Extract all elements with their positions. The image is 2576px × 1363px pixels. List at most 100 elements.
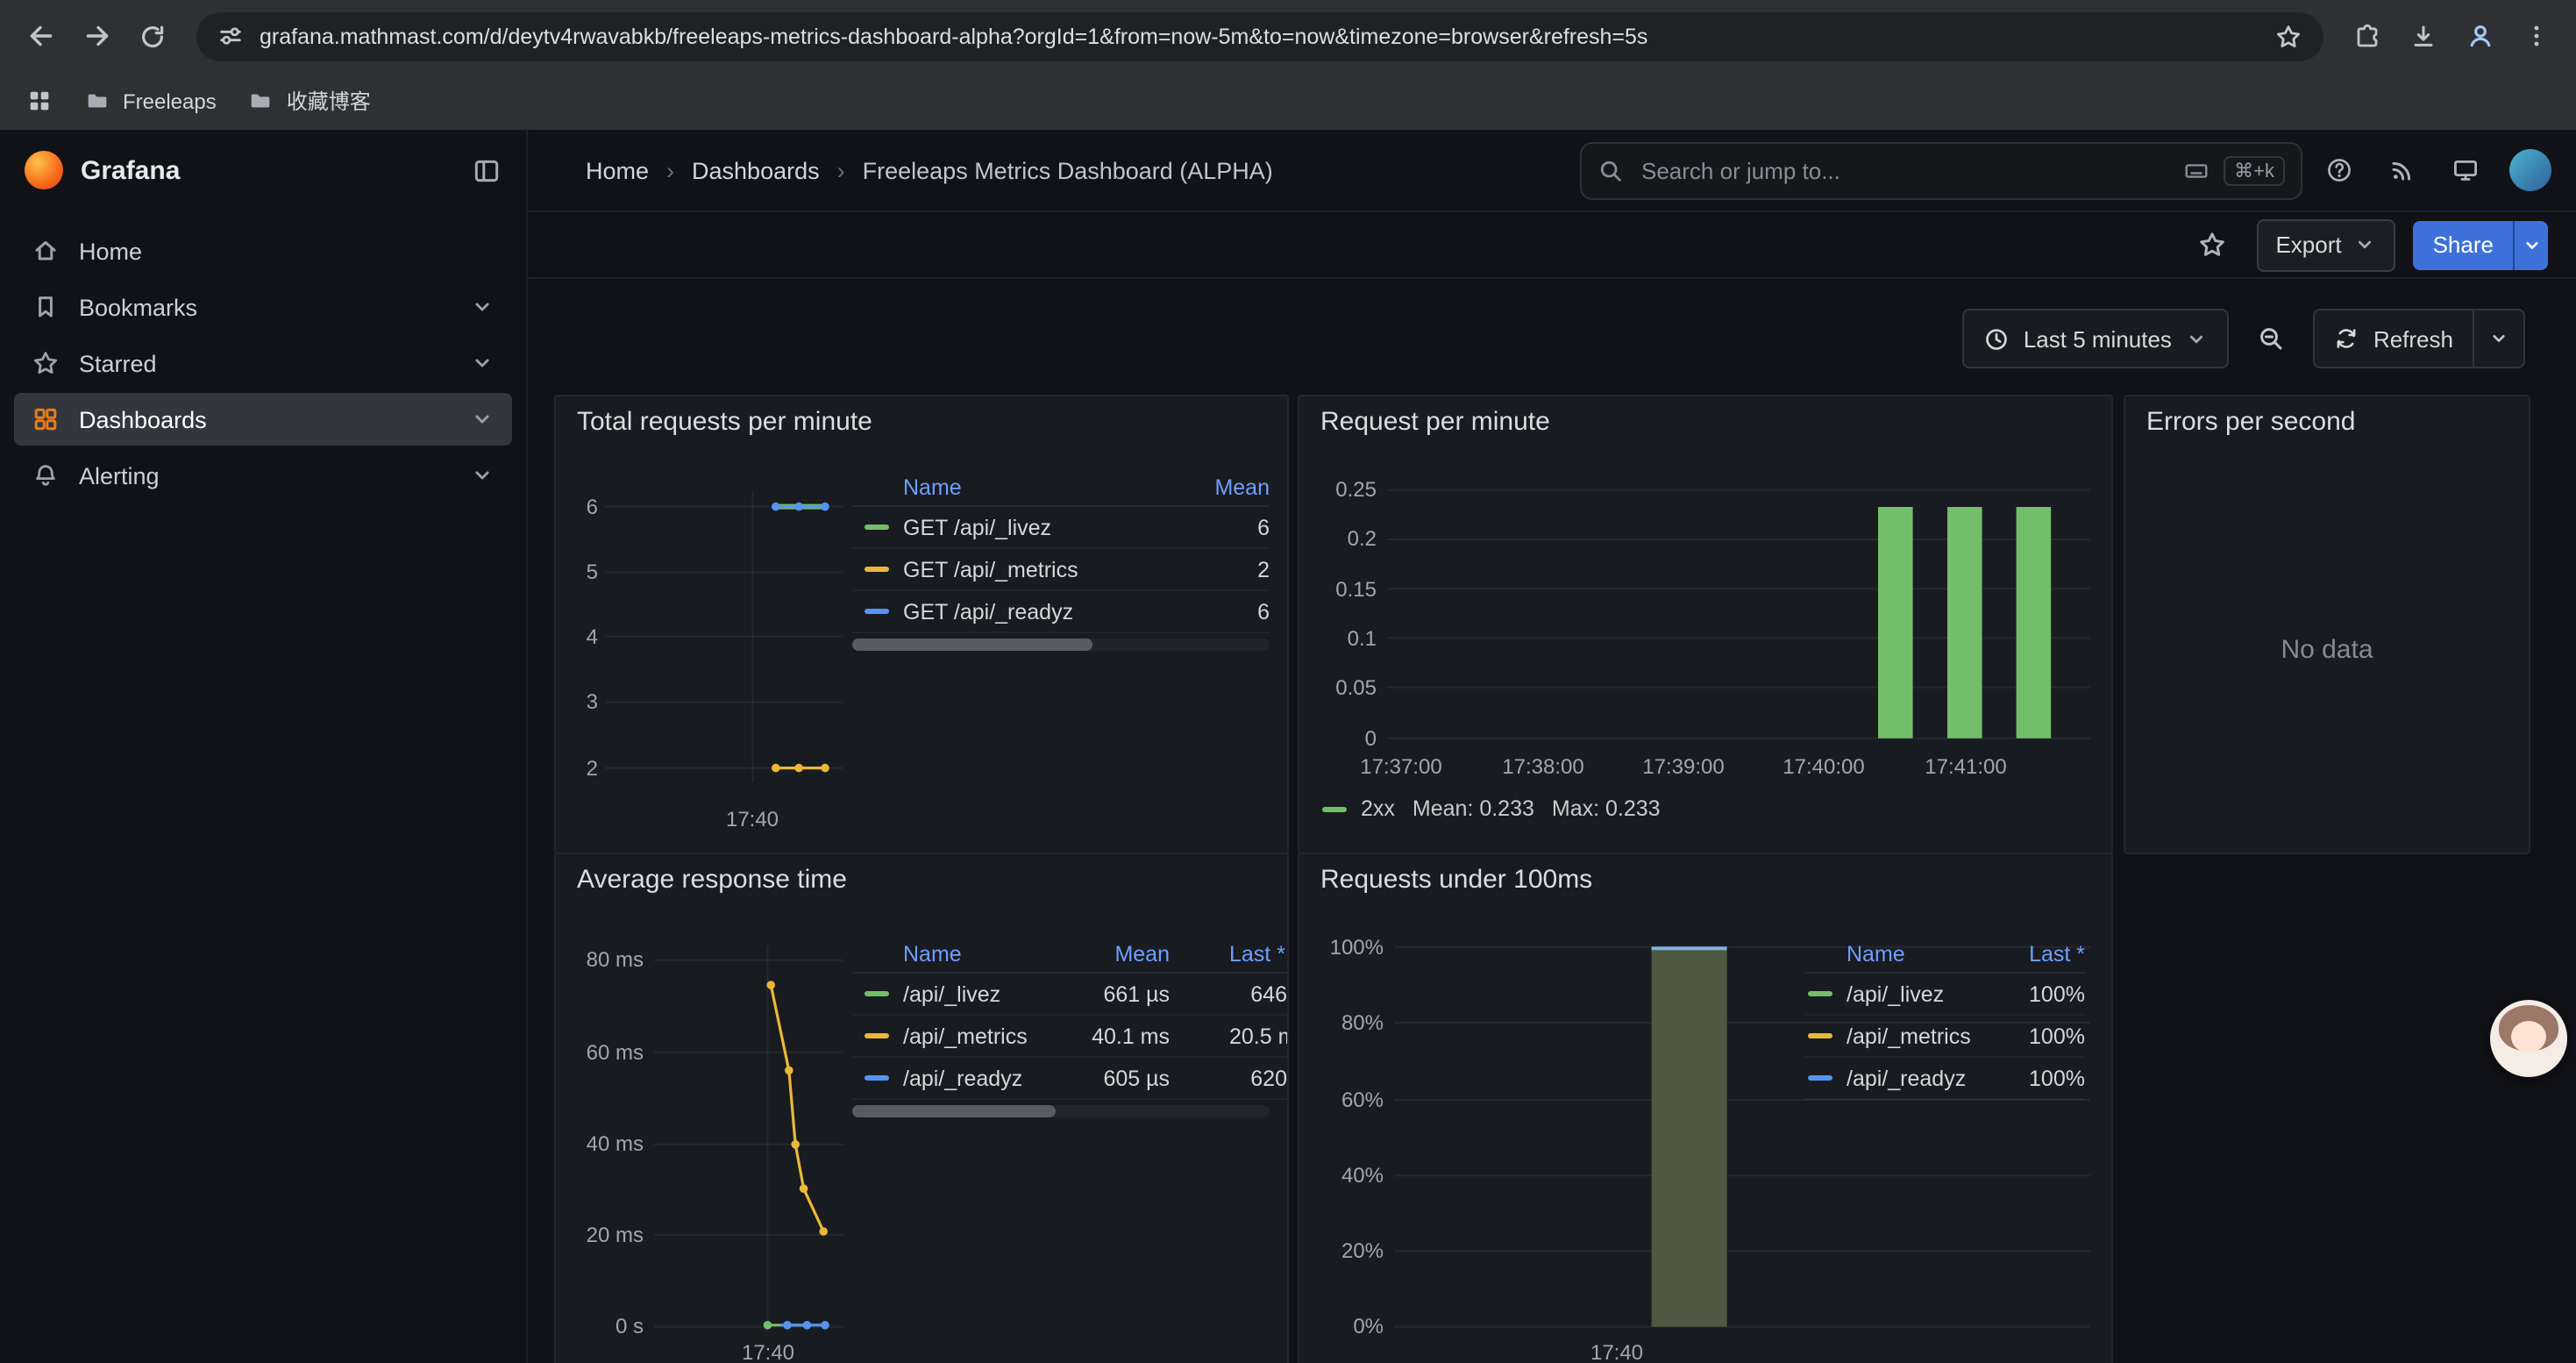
series-name: /api/_livez: [903, 981, 1064, 1006]
requests-under-100ms-chart[interactable]: [1299, 854, 2111, 1363]
sidebar-item-starred[interactable]: Starred: [14, 337, 512, 389]
column-header-mean[interactable]: Mean: [1135, 475, 1270, 499]
y-tick: 40%: [1303, 1163, 1384, 1188]
legend-row[interactable]: GET /api/_livez 6: [852, 507, 1270, 549]
series-name: /api/_livez: [1847, 981, 1987, 1006]
legend-row[interactable]: /api/_metrics 100%: [1804, 1016, 2085, 1058]
series-color-dash: [865, 1033, 889, 1038]
series-last: 20.5 m: [1229, 1024, 1287, 1048]
y-tick: 5: [559, 560, 598, 584]
bookmark-folder-freeleaps[interactable]: Freeleaps: [77, 80, 224, 122]
share-dropdown-button[interactable]: [2513, 220, 2548, 269]
legend-row[interactable]: /api/_livez 100%: [1804, 974, 2085, 1016]
share-button[interactable]: Share: [2414, 220, 2513, 269]
column-header-name[interactable]: Name: [1847, 941, 1987, 966]
y-tick: 0.2: [1303, 526, 1377, 551]
legend-hscrollbar[interactable]: [852, 639, 1270, 651]
legend-row[interactable]: /api/_livez 661 µs 646: [852, 974, 1287, 1016]
series-name[interactable]: 2xx: [1361, 796, 1395, 821]
bookmark-star-icon[interactable]: [2274, 22, 2302, 50]
keyboard-icon: [2183, 157, 2210, 183]
floating-assistant-avatar[interactable]: [2490, 1000, 2567, 1077]
time-range-picker[interactable]: Last 5 minutes: [1962, 309, 2230, 368]
scrollbar-thumb[interactable]: [852, 639, 1092, 651]
chevron-down-icon[interactable]: [470, 463, 495, 488]
legend-row[interactable]: /api/_readyz 100%: [1804, 1058, 2085, 1100]
back-button[interactable]: [14, 10, 67, 62]
share-split-button: Share: [2414, 220, 2548, 269]
sidebar-item-bookmarks[interactable]: Bookmarks: [14, 281, 512, 333]
reload-button[interactable]: [126, 10, 179, 62]
request-per-minute-chart[interactable]: [1299, 396, 2111, 853]
chevron-down-icon[interactable]: [470, 407, 495, 432]
zoom-out-button[interactable]: [2244, 310, 2300, 367]
bookmark-folder-blogs[interactable]: 收藏博客: [241, 80, 378, 122]
sidebar-item-home[interactable]: Home: [14, 225, 512, 277]
chevron-down-icon: [2354, 233, 2377, 256]
apps-grid-icon[interactable]: [18, 80, 60, 122]
y-tick: 40 ms: [559, 1131, 644, 1156]
site-info-icon[interactable]: [217, 23, 244, 49]
series-name: /api/_readyz: [903, 1066, 1064, 1090]
column-header-mean[interactable]: Mean: [1064, 941, 1170, 966]
export-button[interactable]: Export: [2256, 218, 2395, 271]
series-last: 646: [1229, 981, 1287, 1006]
user-avatar[interactable]: [2509, 149, 2551, 191]
grafana-main: Home › Dashboards › Freeleaps Metrics Da…: [528, 130, 2576, 1363]
forward-button[interactable]: [70, 10, 123, 62]
series-mean: Mean: 0.233: [1413, 796, 1534, 821]
breadcrumb-dashboards[interactable]: Dashboards: [692, 157, 820, 183]
url-bar[interactable]: grafana.mathmast.com/d/deytv4rwavabkb/fr…: [196, 11, 2323, 61]
search-icon: [1598, 157, 1624, 183]
scrollbar-thumb[interactable]: [852, 1105, 1056, 1117]
series-color-dash: [1322, 806, 1347, 811]
help-icon[interactable]: [2313, 144, 2366, 196]
legend-row[interactable]: GET /api/_readyz 6: [852, 591, 1270, 633]
grafana-logo[interactable]: [25, 151, 63, 189]
breadcrumb-home[interactable]: Home: [586, 157, 649, 183]
sidebar-toggle-icon[interactable]: [472, 155, 502, 185]
panel-requests-under-100ms: Requests under 100ms 100% 80% 60% 40%: [1298, 853, 2113, 1363]
sidebar-item-label: Alerting: [79, 462, 451, 489]
chevron-down-icon: [2186, 327, 2209, 350]
downloads-icon[interactable]: [2397, 10, 2450, 62]
column-header-last[interactable]: Last *: [1987, 941, 2085, 966]
favorite-star-icon[interactable]: [2186, 218, 2238, 271]
column-header-last[interactable]: Last *: [1229, 941, 1287, 966]
refresh-interval-dropdown[interactable]: [2474, 309, 2525, 368]
series-mean: 40.1 ms: [1064, 1024, 1170, 1048]
legend-row[interactable]: GET /api/_metrics 2: [852, 549, 1270, 591]
series-name: /api/_metrics: [903, 1024, 1064, 1048]
chevron-down-icon[interactable]: [470, 295, 495, 319]
legend-row[interactable]: /api/_metrics 40.1 ms 20.5 m: [852, 1016, 1287, 1058]
bookmark-label: 收藏博客: [287, 86, 371, 116]
monitor-icon[interactable]: [2439, 144, 2492, 196]
search-box[interactable]: ⌘+k: [1580, 141, 2302, 199]
y-tick: 0 s: [559, 1314, 644, 1338]
panel-title[interactable]: Errors per second: [2146, 407, 2355, 437]
y-tick: 4: [559, 624, 598, 649]
legend-hscrollbar[interactable]: [852, 1105, 1270, 1117]
column-header-name[interactable]: Name: [852, 475, 1135, 499]
legend-header: Name Mean Last *: [852, 935, 1287, 974]
bookmark-label: Freeleaps: [123, 89, 217, 113]
home-icon: [32, 237, 60, 265]
grafana-sidebar: Grafana Home Bookmarks Starred: [0, 130, 528, 1363]
url-text[interactable]: grafana.mathmast.com/d/deytv4rwavabkb/fr…: [260, 24, 2259, 48]
search-input[interactable]: [1638, 155, 2169, 185]
sidebar-item-dashboards[interactable]: Dashboards: [14, 393, 512, 446]
chevron-down-icon[interactable]: [470, 351, 495, 375]
legend-header: Name Last *: [1804, 935, 2085, 974]
profile-icon[interactable]: [2453, 10, 2506, 62]
y-tick: 60 ms: [559, 1040, 644, 1065]
rss-icon[interactable]: [2376, 144, 2429, 196]
bell-icon: [32, 461, 60, 489]
extensions-icon[interactable]: [2341, 10, 2394, 62]
chevron-down-icon: [2488, 328, 2509, 349]
legend-row[interactable]: /api/_readyz 605 µs 620: [852, 1058, 1287, 1100]
sidebar-item-alerting[interactable]: Alerting: [14, 449, 512, 502]
menu-kebab-icon[interactable]: [2509, 10, 2562, 62]
refresh-button[interactable]: Refresh: [2314, 309, 2474, 368]
column-header-name[interactable]: Name: [852, 941, 1064, 966]
legend-header: Name Mean: [852, 468, 1270, 507]
